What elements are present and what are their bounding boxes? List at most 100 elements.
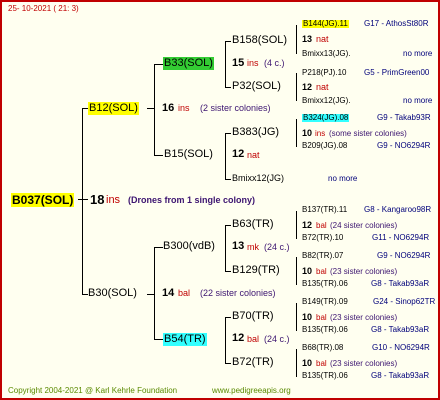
gen4-breeder: G10 - NO6294R	[372, 343, 430, 352]
gen3-queen[interactable]: B129(TR)	[232, 265, 280, 276]
gen3-note: (some sister colonies)	[329, 129, 407, 138]
gen1-num: 14	[162, 287, 175, 299]
connector-line	[225, 179, 231, 180]
gen1-note: (22 sister colonies)	[200, 288, 276, 298]
gen3-ins: bal	[316, 359, 327, 368]
gen3-ins: bal	[316, 267, 327, 276]
connector-line	[296, 257, 297, 285]
gen4-queen[interactable]: B209(JG).08	[302, 142, 347, 150]
copyright: Copyright 2004-2021 @ Karl Kehrle Founda…	[8, 386, 178, 395]
gen3-queen[interactable]: Bmixx12(JG)	[232, 174, 284, 183]
gen3-num: 12	[302, 220, 313, 230]
website-link[interactable]: www.pedigreeapis.org	[212, 387, 291, 395]
gen3-note: no more	[328, 174, 358, 183]
connector-line	[296, 25, 297, 54]
gen4-breeder: G9 - Takab93R	[377, 113, 431, 122]
connector-line	[154, 64, 163, 65]
gen4-queen[interactable]: B144(JG).11	[302, 20, 349, 28]
gen3-ins: bal	[316, 221, 327, 230]
report-date: 25- 10-2021 ( 21: 3)	[8, 4, 79, 13]
connector-line	[225, 317, 231, 318]
root-ins: ins	[106, 194, 121, 206]
connector-line	[296, 349, 297, 377]
gen2-queen[interactable]: B54(TR)	[163, 333, 207, 346]
connector-line	[225, 317, 226, 363]
gen4-breeder: G8 - Takab93aR	[371, 325, 430, 334]
gen3-ins: nat	[316, 82, 329, 92]
gen2-note: (24 c.)	[264, 242, 290, 252]
gen4-breeder: G8 - Kangaroo98R	[364, 205, 432, 214]
connector-line	[225, 133, 226, 179]
connector-line	[296, 73, 297, 101]
gen3-queen[interactable]: P32(SOL)	[232, 81, 281, 92]
gen1-note: (2 sister colonies)	[200, 103, 271, 113]
gen2-num: 15	[232, 57, 245, 69]
connector-line	[154, 64, 155, 155]
connector-line	[225, 225, 226, 271]
connector-line	[225, 225, 231, 226]
gen1-ins: ins	[178, 103, 190, 113]
gen3-queen[interactable]: B158(SOL)	[232, 35, 287, 46]
gen4-breeder: G8 - Takab93aR	[371, 371, 430, 380]
connector-line	[154, 247, 155, 339]
connector-line	[147, 294, 155, 295]
gen4-breeder: no more	[403, 49, 433, 58]
gen2-queen[interactable]: B300(vdB)	[163, 241, 215, 252]
gen3-num: 13	[302, 34, 313, 44]
gen3-num: 12	[302, 82, 313, 92]
connector-line	[82, 108, 83, 294]
gen4-queen[interactable]: B72(TR).10	[302, 234, 343, 242]
gen1-num: 16	[162, 102, 175, 114]
gen3-num: 10	[302, 128, 313, 138]
connector-line	[296, 211, 297, 239]
gen3-queen[interactable]: B70(TR)	[232, 311, 274, 322]
gen4-breeder: G11 - NO6294R	[372, 233, 430, 242]
gen4-queen[interactable]: B135(TR).06	[302, 326, 348, 334]
gen1-queen[interactable]: B12(SOL)	[88, 102, 139, 115]
gen4-queen[interactable]: Bmixx13(JG).	[302, 50, 350, 58]
gen4-queen[interactable]: B137(TR).11	[302, 206, 347, 214]
gen3-queen[interactable]: B63(TR)	[232, 219, 274, 230]
gen4-queen[interactable]: Bmixx12(JG).	[302, 97, 350, 105]
gen2-ins: nat	[247, 150, 260, 160]
gen1-queen[interactable]: B30(SOL)	[88, 288, 137, 299]
connector-line	[296, 303, 297, 331]
gen4-queen[interactable]: B135(TR).06	[302, 280, 348, 288]
connector-line	[225, 41, 226, 87]
gen2-ins: mk	[247, 242, 259, 252]
root-num: 18	[90, 192, 105, 207]
gen3-note: (23 sister colonies)	[330, 313, 398, 322]
root-queen[interactable]: B037(SOL)	[11, 193, 75, 207]
gen4-queen[interactable]: B324(JG).08	[302, 114, 350, 122]
gen3-note: (23 sister colonies)	[330, 359, 398, 368]
gen3-note: (24 sister colonies)	[330, 221, 398, 230]
gen2-num: 13	[232, 240, 245, 252]
gen4-breeder: G9 - NO6294R	[377, 251, 431, 260]
gen4-queen[interactable]: B82(TR).07	[302, 252, 343, 260]
gen4-queen[interactable]: B135(TR).06	[302, 372, 348, 380]
gen2-num: 12	[232, 332, 245, 344]
gen4-queen[interactable]: B149(TR).09	[302, 298, 348, 306]
gen3-num: 10	[302, 266, 313, 276]
gen2-num: 12	[232, 148, 245, 160]
connector-line	[296, 119, 297, 147]
connector-line	[78, 199, 88, 200]
gen4-queen[interactable]: B68(TR).08	[302, 344, 343, 352]
gen2-note: (4 c.)	[264, 58, 285, 68]
gen2-queen[interactable]: B15(SOL)	[164, 149, 213, 160]
gen4-breeder: G17 - AthosSt80R	[364, 19, 429, 28]
gen2-ins: ins	[247, 58, 259, 68]
gen3-note: (23 sister colonies)	[330, 267, 398, 276]
connector-line	[225, 363, 231, 364]
gen2-ins: bal	[247, 334, 260, 344]
connector-line	[225, 87, 231, 88]
gen1-ins: bal	[178, 288, 191, 298]
pedigree-chart: 25- 10-2021 ( 21: 3) B037(SOL) 18 ins (D…	[0, 0, 440, 400]
gen4-breeder: G24 - Sinop62TR	[373, 297, 436, 306]
gen4-breeder: G8 - Takab93aR	[371, 279, 430, 288]
gen3-queen[interactable]: B383(JG)	[232, 127, 279, 138]
gen2-queen[interactable]: B33(SOL)	[163, 57, 214, 70]
gen3-queen[interactable]: B72(TR)	[232, 357, 274, 368]
gen4-queen[interactable]: P218(PJ).10	[302, 69, 346, 77]
gen3-ins: nat	[316, 34, 329, 44]
